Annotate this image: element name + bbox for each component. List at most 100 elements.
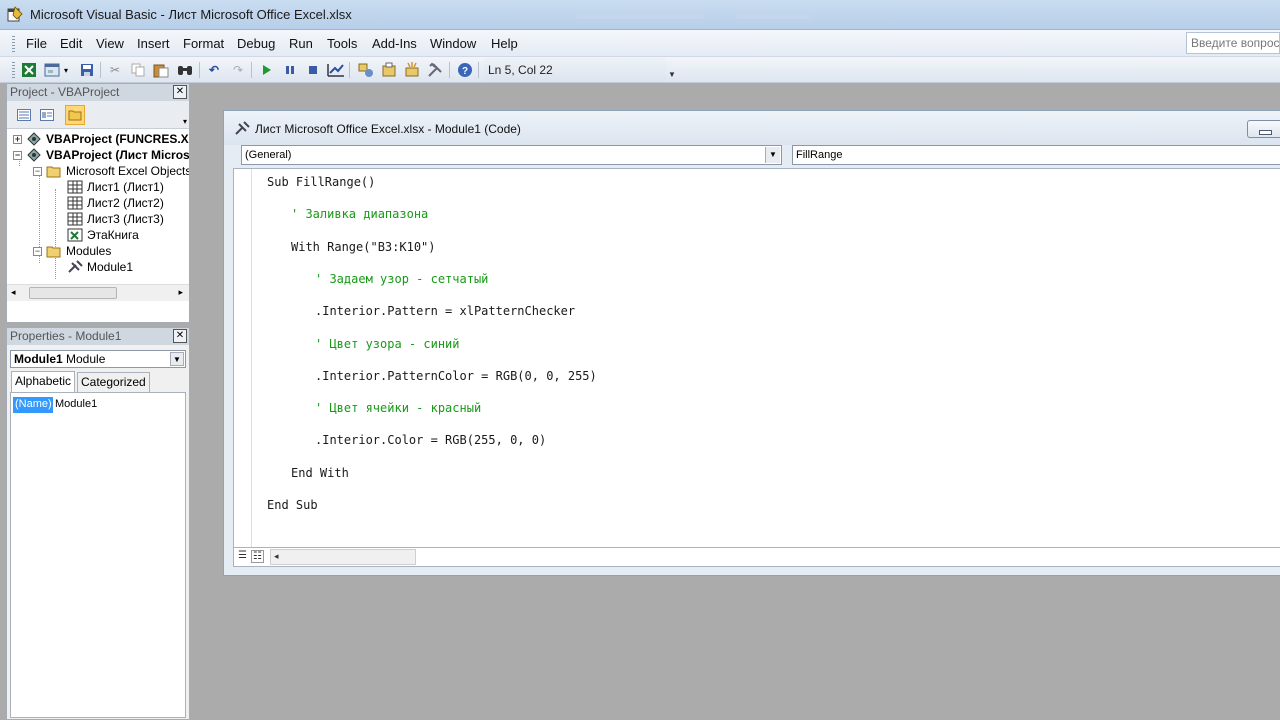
collapse-icon[interactable]: − (33, 166, 42, 176)
toolbar-separator (449, 62, 450, 78)
insert-userform-icon[interactable] (43, 61, 61, 79)
close-icon[interactable]: ✕ (173, 85, 187, 99)
menu-insert[interactable]: Insert (137, 36, 170, 51)
scroll-left-icon[interactable]: ◂ (11, 287, 16, 298)
tree-item-sheet3[interactable]: Лист3 (Лист3) (67, 211, 164, 227)
copy-icon[interactable] (129, 61, 147, 79)
design-mode-icon[interactable] (327, 61, 345, 79)
close-icon[interactable]: ✕ (173, 329, 187, 343)
excel-icon[interactable] (20, 61, 38, 79)
code-hscroll[interactable]: ◂ (270, 549, 416, 565)
minimize-button[interactable] (1247, 120, 1280, 138)
code-line[interactable]: .Interior.Color = RGB(255, 0, 0) (315, 433, 546, 447)
menu-tools[interactable]: Tools (327, 36, 357, 51)
reset-icon[interactable] (304, 61, 322, 79)
menu-grip[interactable] (12, 36, 15, 52)
tree-item-excel-objects[interactable]: − Microsoft Excel Objects (33, 163, 189, 179)
properties-icon[interactable] (380, 61, 398, 79)
scroll-left-icon[interactable]: ◂ (274, 551, 279, 562)
project-tree-hscroll[interactable]: ◂ ▸ (7, 284, 189, 301)
run-icon[interactable] (258, 61, 276, 79)
project-explorer-icon[interactable] (357, 61, 375, 79)
menu-window[interactable]: Window (430, 36, 476, 51)
paste-icon[interactable] (152, 61, 170, 79)
menu-file[interactable]: File (26, 36, 47, 51)
view-object-icon[interactable] (37, 105, 57, 125)
svg-text:?: ? (462, 66, 468, 77)
code-line[interactable]: End With (291, 466, 349, 480)
toolbox-icon[interactable] (426, 61, 444, 79)
title-bar-blur (575, 9, 705, 19)
scroll-thumb[interactable] (29, 287, 117, 299)
menu-run[interactable]: Run (289, 36, 313, 51)
tab-alphabetic[interactable]: Alphabetic (11, 371, 76, 393)
chevron-down-icon[interactable]: ▼ (170, 352, 184, 366)
tree-item-label: Modules (66, 244, 112, 258)
tree-item-module1[interactable]: Module1 (67, 259, 133, 275)
code-comment-line[interactable]: ' Задаем узор - сетчатый (315, 272, 488, 286)
collapse-icon[interactable]: − (33, 246, 42, 256)
code-margin[interactable] (234, 169, 252, 547)
break-icon[interactable] (281, 61, 299, 79)
tree-item-funcres-project[interactable]: + VBAProject (FUNCRES.XL (13, 131, 189, 147)
collapse-icon[interactable]: − (13, 150, 22, 160)
menu-view[interactable]: View (96, 36, 124, 51)
properties-pane-titlebar: Properties - Module1 ✕ (7, 328, 189, 345)
chevron-down-icon[interactable]: ▼ (765, 147, 780, 163)
tree-item-modules[interactable]: − Modules (33, 243, 111, 259)
expand-icon[interactable]: + (13, 134, 22, 144)
save-icon[interactable] (78, 61, 96, 79)
toggle-folders-icon[interactable] (65, 105, 85, 125)
menu-debug[interactable]: Debug (237, 36, 275, 51)
code-line[interactable]: Sub FillRange() (267, 175, 375, 189)
object-browser-icon[interactable] (403, 61, 421, 79)
menu-edit[interactable]: Edit (60, 36, 82, 51)
code-line[interactable]: .Interior.PatternColor = RGB(0, 0, 255) (315, 369, 597, 383)
tree-item-label: Microsoft Excel Objects (66, 164, 189, 178)
tab-categorized[interactable]: Categorized (77, 372, 150, 392)
redo-icon[interactable]: ↷ (229, 61, 247, 79)
property-row[interactable]: (Name) Module1 (13, 397, 183, 413)
code-editor[interactable]: Sub FillRange() ' Заливка диапазона With R… (233, 168, 1280, 548)
procedure-view-icon[interactable]: ☰ (236, 550, 249, 563)
tree-item-sheet2[interactable]: Лист2 (Лист2) (67, 195, 164, 211)
undo-icon[interactable]: ↶ (205, 61, 223, 79)
code-comment-line[interactable]: ' Заливка диапазона (291, 207, 428, 221)
scroll-right-icon[interactable]: ▸ (178, 287, 183, 298)
code-line[interactable]: With Range("B3:K10") (291, 240, 436, 254)
menu-add-ins[interactable]: Add-Ins (372, 36, 417, 51)
worksheet-icon (67, 212, 83, 226)
tree-item-sheet1[interactable]: Лист1 (Лист1) (67, 179, 164, 195)
object-select[interactable]: Module1 Module ▼ (10, 350, 186, 368)
workbook-icon (67, 228, 83, 242)
help-search-input[interactable]: Введите вопрос (1186, 32, 1280, 54)
tree-item-workbook[interactable]: ЭтаКнига (67, 227, 139, 243)
find-icon[interactable] (176, 61, 194, 79)
chevron-down-icon[interactable]: ▾ (61, 61, 71, 79)
code-comment-line[interactable]: ' Цвет ячейки - красный (315, 401, 481, 415)
object-name: Module1 (14, 352, 63, 366)
pane-toolbar-overflow-icon[interactable]: ▾ (183, 117, 187, 126)
object-combo[interactable]: (General) ▼ (241, 145, 782, 165)
menu-format[interactable]: Format (183, 36, 224, 51)
toolbar-separator (251, 62, 252, 78)
help-icon[interactable]: ? (456, 61, 474, 79)
tree-item-excel-project[interactable]: − VBAProject (Лист Micros (13, 147, 189, 163)
toolbar-grip[interactable] (12, 62, 15, 78)
tree-item-label: Лист3 (Лист3) (87, 212, 164, 226)
module-icon (68, 260, 83, 273)
code-line[interactable]: End Sub (267, 498, 318, 512)
cut-icon[interactable]: ✂ (106, 61, 124, 79)
property-value[interactable]: Module1 (53, 397, 99, 413)
view-code-icon[interactable] (14, 105, 34, 125)
tree-line (55, 189, 56, 247)
project-pane-toolbar: ▾ (7, 101, 189, 129)
worksheet-icon (67, 196, 83, 210)
code-line[interactable]: .Interior.Pattern = xlPatternChecker (315, 304, 575, 318)
toolbar-overflow-icon[interactable]: ▼ (668, 70, 678, 82)
full-module-view-icon[interactable]: ☷ (251, 550, 264, 563)
property-name: (Name) (13, 397, 53, 413)
code-comment-line[interactable]: ' Цвет узора - синий (315, 337, 460, 351)
procedure-combo[interactable]: FillRange (792, 145, 1280, 165)
menu-help[interactable]: Help (491, 36, 518, 51)
